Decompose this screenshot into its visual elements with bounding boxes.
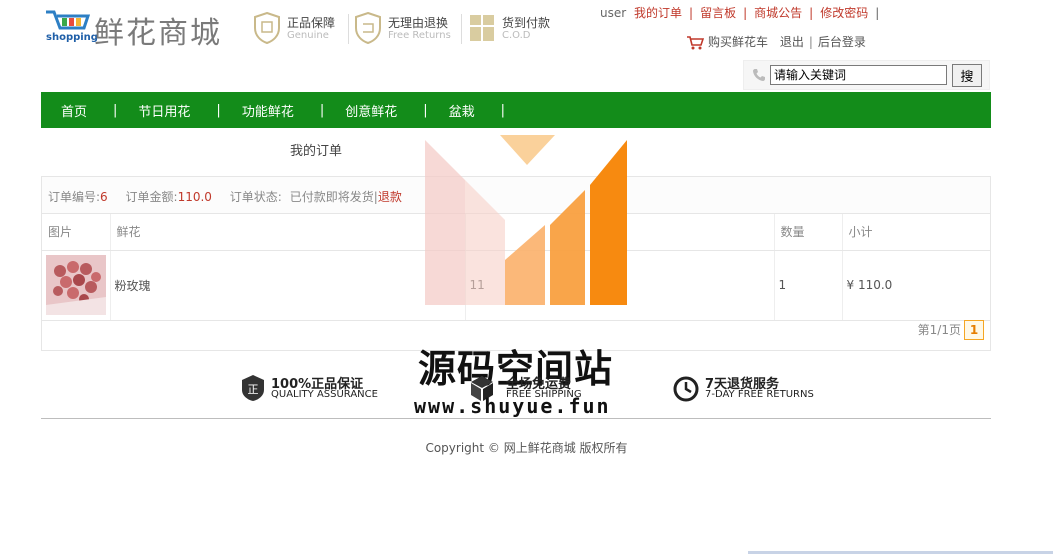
cart-link[interactable]: 购买鲜花车 (708, 35, 768, 49)
copyright: Copyright © 网上鲜花商城 版权所有 (425, 441, 628, 455)
link-separator: | (875, 6, 880, 20)
nav-item-home[interactable]: 首页 | (61, 101, 138, 120)
nav-label[interactable]: 首页 (61, 101, 87, 120)
site-logo[interactable]: shopping 鲜花商城 (44, 6, 244, 51)
divider (348, 14, 349, 44)
search-input[interactable] (770, 65, 947, 85)
username: user (600, 6, 627, 20)
header-price (465, 214, 775, 251)
service-returns: 7天退货服务 7-DAY FREE RETURNS (673, 372, 814, 406)
link-change-password[interactable]: 修改密码 (820, 6, 868, 20)
nav-item-function[interactable]: 功能鲜花 | (242, 101, 345, 120)
admin-login-link[interactable]: 后台登录 (818, 35, 866, 49)
logo-shop-word: shopping (46, 32, 98, 43)
shopping-cart-icon (687, 35, 704, 49)
header-quantity: 数量 (774, 214, 843, 251)
main-nav: 首页 | 节日用花 | 功能鲜花 | 创意鲜花 | 盆栽 | (41, 92, 991, 128)
header-subtotal: 小计 (842, 214, 990, 251)
nav-label[interactable]: 创意鲜花 (345, 101, 397, 120)
guarantee-title: 货到付款 (502, 16, 551, 30)
search-bar: 搜 (743, 60, 990, 90)
nav-label[interactable]: 节日用花 (138, 101, 190, 120)
pink-rose-image[interactable] (46, 255, 106, 315)
search-button[interactable]: 搜 (952, 64, 982, 87)
link-separator: | (809, 6, 814, 20)
top-links: user 我的订单 | 留言板 | 商城公告 | 修改密码 | (600, 4, 886, 21)
divider (461, 14, 462, 44)
pager-text: 第1/1页 (917, 323, 961, 337)
header-flower: 鲜花 (110, 214, 466, 251)
pager: 第1/1页 1 (918, 320, 984, 340)
nav-separator: | (319, 102, 325, 118)
guarantee-sub: Genuine (287, 30, 329, 41)
pager-current-page[interactable]: 1 (964, 320, 984, 340)
page-title: 我的订单 (290, 144, 343, 159)
service-sub: QUALITY ASSURANCE (271, 389, 378, 400)
guarantee-title: 无理由退换 (388, 16, 449, 30)
nav-item-holiday[interactable]: 节日用花 | (138, 101, 241, 120)
logo-brand-text: 鲜花商城 (94, 16, 222, 51)
link-separator: | (808, 35, 813, 49)
nav-item-creative[interactable]: 创意鲜花 | (345, 101, 448, 120)
guarantee-sub: C.O.D (502, 30, 531, 41)
watermark-url: www.shuyue.fun (414, 394, 611, 418)
nav-separator: | (216, 102, 221, 118)
phone-icon (753, 69, 765, 81)
logout-link[interactable]: 退出 (780, 35, 804, 49)
link-message-board[interactable]: 留言板 (700, 6, 736, 20)
footer-divider (41, 418, 991, 419)
order-items-table: 图片 鲜花 数量 小计 粉玫瑰 11 1 ¥ 110.0 (42, 214, 990, 321)
svg-text:正: 正 (248, 383, 259, 396)
order-number-label: 订单编号: (48, 190, 101, 204)
nav-separator: | (500, 102, 506, 118)
cell-subtotal: ¥ 110.0 (842, 250, 990, 321)
order-status-label: 订单状态: (229, 190, 282, 204)
header: shopping 鲜花商城 正品保障 Genuine 无理由退换 Free Re… (0, 0, 1053, 92)
return-shield-icon (355, 12, 381, 44)
guarantee-sub: Free Returns (388, 30, 451, 41)
nav-label[interactable]: 功能鲜花 (242, 101, 294, 120)
guarantee-cod: 货到付款 C.O.D (469, 12, 559, 46)
shield-icon (254, 12, 280, 44)
nav-label[interactable]: 盆栽 (449, 101, 475, 120)
order-status: 已付款即将发货| (289, 190, 378, 204)
link-my-orders[interactable]: 我的订单 (634, 6, 682, 20)
guarantee-title: 正品保障 (287, 16, 336, 30)
guarantee-returns: 无理由退换 Free Returns (355, 12, 463, 46)
order-box: 订单编号:6 订单金额:110.0 订单状态: 已付款即将发货|退款 图片 鲜花 … (41, 176, 991, 351)
cart-line: 购买鲜花车. 退出 | 后台登录 (686, 33, 866, 50)
cell-quantity: 1 (774, 250, 843, 321)
order-amount-label: 订单金额: (125, 190, 178, 204)
nav-separator: | (423, 102, 428, 118)
table-header-row: 图片 鲜花 数量 小计 (42, 214, 990, 251)
order-info: 订单编号:6 订单金额:110.0 订单状态: 已付款即将发货|退款 (42, 177, 990, 214)
link-separator: | (689, 6, 694, 20)
cell-price: 11 (465, 250, 775, 321)
nav-separator: | (113, 102, 118, 118)
header-image: 图片 (42, 214, 111, 251)
refund-link[interactable]: 退款 (378, 190, 402, 204)
order-amount: 110.0 (177, 190, 212, 204)
link-announcements[interactable]: 商城公告 (754, 6, 802, 20)
link-separator: | (743, 6, 748, 20)
table-row: 粉玫瑰 11 1 ¥ 110.0 (42, 250, 990, 321)
service-sub: 7-DAY FREE RETURNS (705, 389, 814, 400)
order-number: 6 (100, 190, 108, 204)
guarantee-genuine: 正品保障 Genuine (254, 12, 349, 46)
badge-zheng-icon: 正 (242, 375, 264, 401)
service-quality: 正 100%正品保证 QUALITY ASSURANCE (241, 372, 381, 406)
clock-icon (673, 376, 699, 402)
cell-image (42, 250, 111, 321)
nav-item-potted[interactable]: 盆栽 | (449, 101, 526, 120)
cell-flower-name: 粉玫瑰 (110, 250, 466, 321)
gift-box-icon (470, 15, 494, 41)
